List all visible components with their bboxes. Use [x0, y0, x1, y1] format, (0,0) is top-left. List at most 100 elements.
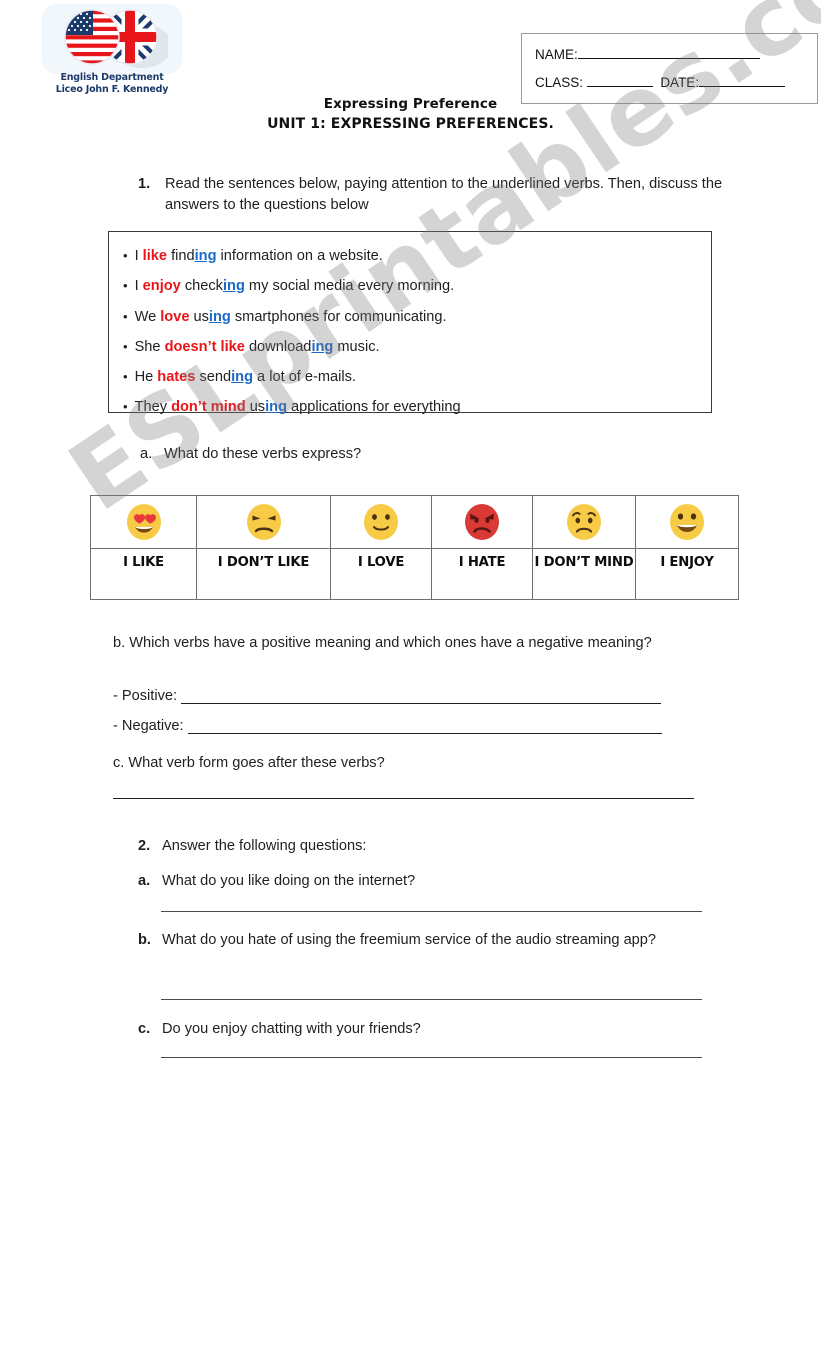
negative-label: - Negative: — [113, 718, 184, 734]
sub-a-label: a. — [140, 446, 153, 462]
sentence-mid: us — [189, 308, 209, 325]
list-item: I enjoy checking my social media every m… — [123, 271, 711, 301]
ing-suffix: ing — [265, 399, 287, 416]
negative-answer-line[interactable] — [187, 719, 662, 734]
sentence-pre: He — [134, 369, 158, 386]
exercise1-sub-c-text: c. What verb form goes after these verbs… — [113, 755, 385, 771]
exercise2-instruction: 2. Answer the following questions: — [138, 838, 366, 854]
sentence-pre: I — [134, 278, 143, 295]
sentence-mid: find — [167, 248, 195, 264]
logo-caption-line1: English Department — [60, 72, 164, 83]
question-b-text: What do you hate of using the freemium s… — [162, 932, 657, 948]
name-field-row: NAME: — [535, 47, 760, 62]
question-a-text: What do you like doing on the internet? — [162, 873, 416, 889]
ing-suffix: ing — [222, 278, 245, 295]
answer-line-c[interactable] — [161, 1057, 702, 1058]
emoji-cell-love — [330, 495, 432, 549]
exercise2-question-c: c. Do you enjoy chatting with your frien… — [138, 1015, 718, 1044]
logo-caption-line2: Liceo John F. Kennedy — [55, 83, 169, 95]
answer-line-b[interactable] — [161, 999, 702, 1000]
date-label: DATE: — [660, 75, 700, 90]
preference-verb: don’t mind — [171, 399, 246, 416]
grinning-face-icon — [670, 504, 704, 540]
emoji-cell-enjoy — [635, 495, 739, 549]
preference-verb: love — [160, 308, 190, 325]
emoji-label-enjoy: I ENJOY — [635, 548, 739, 600]
sentence-mid: us — [245, 399, 266, 416]
sentence-mid: check — [180, 278, 223, 295]
sub-a-text: What do these verbs express? — [164, 446, 362, 462]
table-row-faces — [90, 495, 739, 549]
positive-label: - Positive: — [113, 688, 178, 704]
ing-suffix: ing — [194, 248, 217, 264]
emoji-label-hate: I HATE — [431, 548, 533, 600]
exercise2-question-b: b. What do you hate of using the freemiu… — [138, 926, 718, 955]
exercise2-question-a: a. What do you like doing on the interne… — [138, 867, 718, 896]
ing-suffix: ing — [231, 369, 253, 386]
question-b-label: b. — [138, 932, 151, 948]
sentence-mid: send — [195, 369, 232, 386]
emoji-preference-table: I LIKE I DON’T LIKE I LOVE I HATE I DON’… — [90, 495, 739, 600]
sentence-pre: I — [134, 248, 143, 264]
flags-graphic — [64, 9, 168, 68]
sentence-post: a lot of e-mails. — [253, 369, 357, 386]
angry-face-icon — [465, 504, 499, 540]
worksheet-page: ESLprintables.com English Department Lic… — [0, 0, 821, 1352]
exercise2-number: 2. — [138, 838, 151, 854]
example-sentences-list: I like finding information on a website.… — [109, 232, 711, 423]
table-row-labels: I LIKE I DON’T LIKE I LOVE I HATE I DON’… — [90, 548, 739, 600]
list-item: She doesn’t like downloading music. — [123, 332, 711, 362]
emoji-cell-dont-like — [196, 495, 331, 549]
emoji-cell-hate — [431, 495, 533, 549]
emoji-label-dont-like: I DON’T LIKE — [196, 548, 331, 600]
list-item: They don’t mind using applications for e… — [123, 392, 711, 422]
exercise1-number: 1. — [138, 176, 151, 192]
question-a-label: a. — [138, 873, 151, 889]
emoji-cell-like — [90, 495, 197, 549]
sentence-post: my social media every morning. — [244, 278, 455, 295]
slightly-smiling-face-icon — [364, 504, 398, 540]
class-label: CLASS: — [535, 75, 584, 90]
exercise1-instruction-text: Read the sentences below, paying attenti… — [165, 176, 723, 213]
sentence-pre: They — [134, 399, 172, 416]
sentence-post: applications for everything — [287, 399, 461, 416]
question-c-label: c. — [138, 1021, 151, 1037]
sub-c-answer-line[interactable] — [113, 798, 694, 799]
class-input-line[interactable] — [586, 86, 653, 87]
emoji-cell-dont-mind — [532, 495, 636, 549]
exercise2-instruction-text: Answer the following questions: — [162, 838, 367, 854]
sentence-mid: download — [244, 338, 312, 355]
preference-verb: hates — [157, 369, 196, 386]
student-info-box: NAME: CLASS: DATE: — [521, 33, 818, 104]
unamused-face-icon — [246, 504, 281, 540]
emoji-label-dont-mind: I DON’T MIND — [532, 548, 636, 600]
negative-answer-row: - Negative: — [113, 718, 662, 734]
list-item: I like finding information on a website. — [123, 241, 711, 271]
preference-verb: doesn’t like — [164, 338, 245, 355]
name-input-line[interactable] — [577, 58, 760, 59]
list-item: He hates sending a lot of e-mails. — [123, 362, 711, 392]
exercise1-sub-a: a. What do these verbs express? — [140, 446, 361, 462]
page-subtitle: UNIT 1: EXPRESSING PREFERENCES. — [267, 116, 554, 132]
class-date-field-row: CLASS: DATE: — [535, 75, 786, 90]
example-sentences-box: I like finding information on a website.… — [108, 231, 712, 415]
preference-verb: enjoy — [142, 278, 181, 295]
exercise1-sub-b-text: b. Which verbs have a positive meaning a… — [113, 635, 652, 651]
positive-answer-row: - Positive: — [113, 688, 662, 704]
question-c-text: Do you enjoy chatting with your friends? — [162, 1021, 421, 1037]
exercise1-instruction: 1. Read the sentences below, paying atte… — [138, 174, 738, 216]
answer-line-a[interactable] — [161, 911, 702, 912]
ing-suffix: ing — [311, 338, 334, 355]
preference-verb: like — [142, 248, 168, 264]
positive-answer-line[interactable] — [181, 689, 662, 704]
heart-eyes-face-icon — [126, 504, 161, 540]
worried-face-icon — [567, 504, 601, 540]
sentence-pre: We — [134, 308, 161, 325]
ing-suffix: ing — [208, 308, 231, 325]
sentence-post: smartphones for communicating. — [230, 308, 447, 325]
logo-caption: English Department Liceo John F. Kennedy — [42, 72, 182, 96]
name-label: NAME: — [535, 47, 578, 62]
emoji-label-love: I LOVE — [330, 548, 432, 600]
emoji-label-like: I LIKE — [90, 548, 197, 600]
date-input-line[interactable] — [699, 86, 786, 87]
